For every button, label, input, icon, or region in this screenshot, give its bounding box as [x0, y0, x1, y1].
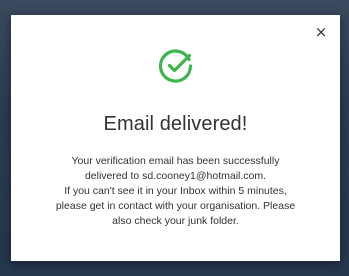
message-line: please get in contact with your organisa…: [55, 200, 296, 212]
message-line: delivered to sd.cooney1@hotmail.com.: [84, 170, 267, 182]
check-circle-icon: [158, 49, 192, 83]
close-button[interactable]: ×: [312, 23, 330, 41]
message-line: also check your junk folder.: [112, 215, 239, 227]
dialog-title: Email delivered!: [103, 113, 248, 135]
close-icon: ×: [314, 23, 328, 41]
message-line: Your verification email has been success…: [71, 155, 280, 167]
email-delivered-dialog: × Email delivered! Your verification ema…: [11, 15, 340, 261]
dialog-message: Your verification email has been success…: [31, 154, 320, 229]
message-line: If you can't see it in your Inbox within…: [64, 185, 287, 197]
